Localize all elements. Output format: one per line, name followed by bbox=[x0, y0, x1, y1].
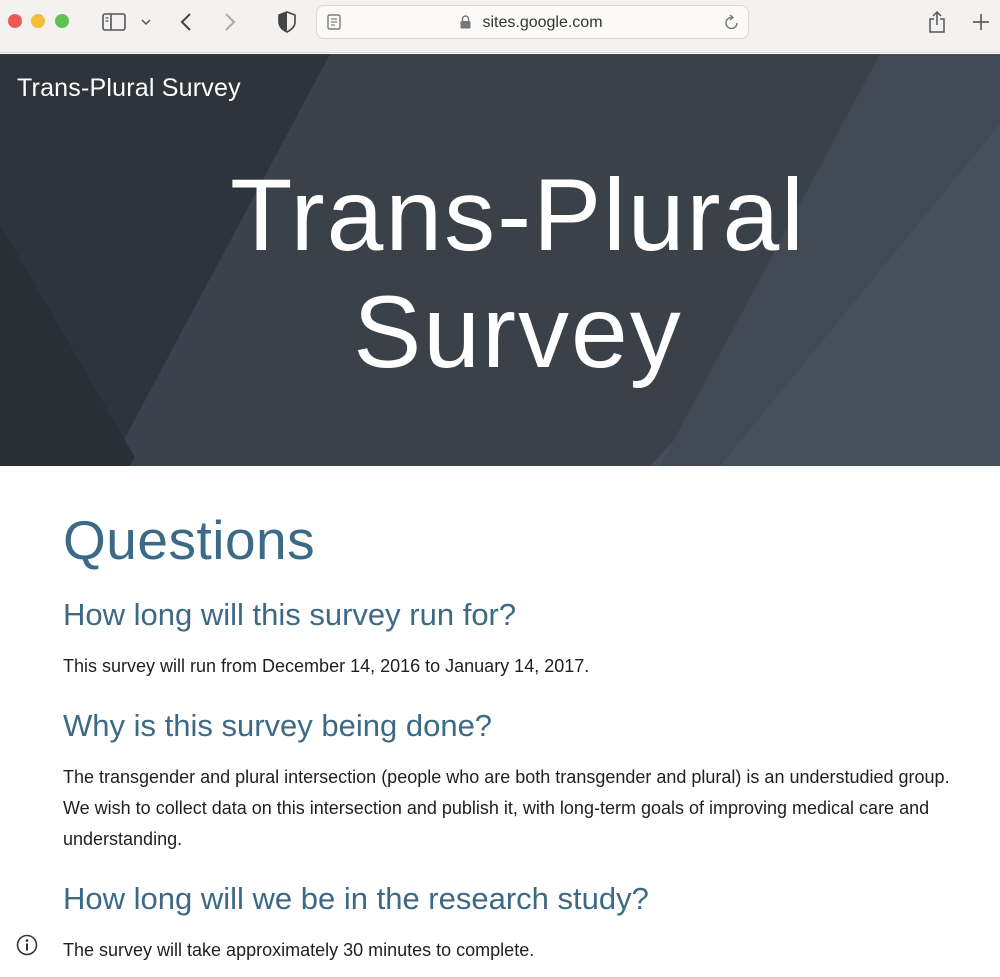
hero-title-line-1: Trans-Plural bbox=[230, 158, 806, 272]
url-text: sites.google.com bbox=[482, 14, 603, 31]
chevron-down-icon[interactable] bbox=[138, 8, 154, 36]
hero-title-line-2: Survey bbox=[353, 275, 683, 389]
back-icon[interactable] bbox=[176, 8, 196, 36]
forward-icon[interactable] bbox=[220, 8, 240, 36]
shield-icon[interactable] bbox=[276, 8, 298, 36]
answer-text: The survey will take approximately 30 mi… bbox=[63, 940, 535, 960]
question-heading: Why is this survey being done? bbox=[63, 708, 493, 743]
page-heading: Questions bbox=[63, 509, 316, 571]
reload-icon[interactable] bbox=[724, 13, 740, 36]
address-bar[interactable]: sites.google.com bbox=[316, 5, 749, 39]
answer-text: The transgender and plural intersection … bbox=[63, 767, 950, 849]
sidebar-icon[interactable] bbox=[101, 8, 127, 36]
share-icon[interactable] bbox=[926, 8, 948, 36]
zoom-window-button[interactable] bbox=[55, 14, 69, 28]
info-icon[interactable] bbox=[16, 934, 38, 956]
minimize-window-button[interactable] bbox=[31, 14, 45, 28]
close-window-button[interactable] bbox=[8, 14, 22, 28]
question-heading: How long will we be in the research stud… bbox=[63, 881, 649, 916]
question-heading: How long will this survey run for? bbox=[63, 597, 517, 632]
browser-toolbar: sites.google.com bbox=[0, 0, 1000, 53]
site-title[interactable]: Trans-Plural Survey bbox=[17, 74, 241, 103]
answer-text: This survey will run from December 14, 2… bbox=[63, 656, 590, 676]
new-tab-icon[interactable] bbox=[970, 8, 992, 36]
hero-banner: Trans-Plural Survey Trans-Plural Survey bbox=[0, 54, 1000, 466]
